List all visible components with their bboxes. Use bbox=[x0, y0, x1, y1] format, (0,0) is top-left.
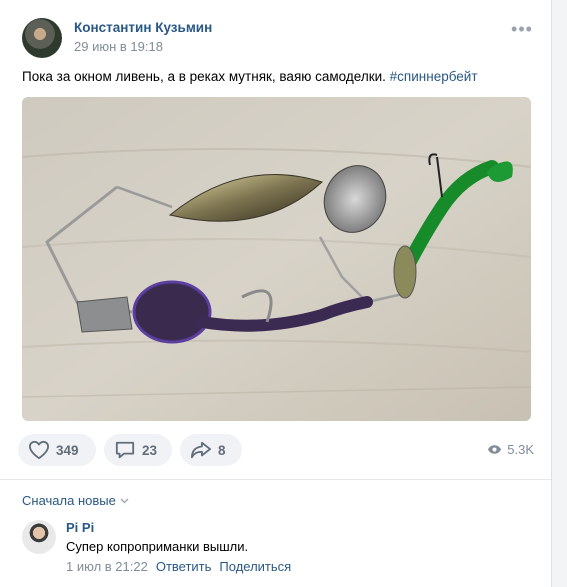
sort-label: Сначала новые bbox=[22, 493, 116, 508]
reply-link[interactable]: Ответить bbox=[156, 559, 212, 574]
likes-count: 349 bbox=[56, 442, 79, 458]
shares-count: 8 bbox=[218, 442, 226, 458]
page-background-strip bbox=[552, 0, 567, 587]
post-date[interactable]: 29 июн в 19:18 bbox=[74, 39, 163, 54]
chevron-down-icon bbox=[120, 498, 129, 503]
share-icon bbox=[191, 441, 211, 459]
share-button[interactable]: 8 bbox=[180, 434, 242, 466]
post-photo[interactable] bbox=[22, 97, 531, 421]
photo-fishing-lures bbox=[22, 97, 531, 421]
more-horizontal-icon[interactable]: ••• bbox=[510, 20, 534, 42]
hashtag-link[interactable]: #спиннербейт bbox=[390, 69, 478, 84]
like-button[interactable]: 349 bbox=[18, 434, 96, 466]
comment-author-name[interactable]: Pi Pi bbox=[66, 520, 94, 535]
post-header: Константин Кузьмин 29 июн в 19:18 ••• bbox=[22, 18, 542, 58]
comments-sort-dropdown[interactable]: Сначала новые bbox=[22, 493, 129, 508]
comment-text: Супер копроприманки вышли. bbox=[66, 539, 249, 554]
card-border bbox=[551, 0, 552, 587]
comments-divider bbox=[0, 479, 551, 480]
author-avatar[interactable] bbox=[22, 18, 62, 58]
comments-count: 23 bbox=[142, 442, 158, 458]
views-counter: 5.3K bbox=[487, 442, 534, 457]
comment-meta: 1 июл в 21:22 Ответить Поделиться bbox=[66, 559, 291, 574]
eye-icon bbox=[488, 445, 502, 454]
comment-date[interactable]: 1 июл в 21:22 bbox=[66, 559, 148, 574]
post-actions-bar: 349 23 8 5.3K bbox=[18, 434, 538, 466]
heart-icon bbox=[28, 440, 49, 460]
post-text: Пока за окном ливень, а в реках мутняк, … bbox=[22, 68, 542, 86]
comment-icon bbox=[115, 441, 135, 459]
views-count: 5.3K bbox=[507, 442, 534, 457]
comment-author-avatar[interactable] bbox=[22, 520, 56, 554]
post-author-name[interactable]: Константин Кузьмин bbox=[74, 20, 212, 35]
comment-button[interactable]: 23 bbox=[104, 434, 172, 466]
share-comment-link[interactable]: Поделиться bbox=[219, 559, 291, 574]
post-text-body: Пока за окном ливень, а в реках мутняк, … bbox=[22, 69, 386, 84]
comment-item: Pi Pi Супер копроприманки вышли. 1 июл в… bbox=[22, 518, 542, 578]
